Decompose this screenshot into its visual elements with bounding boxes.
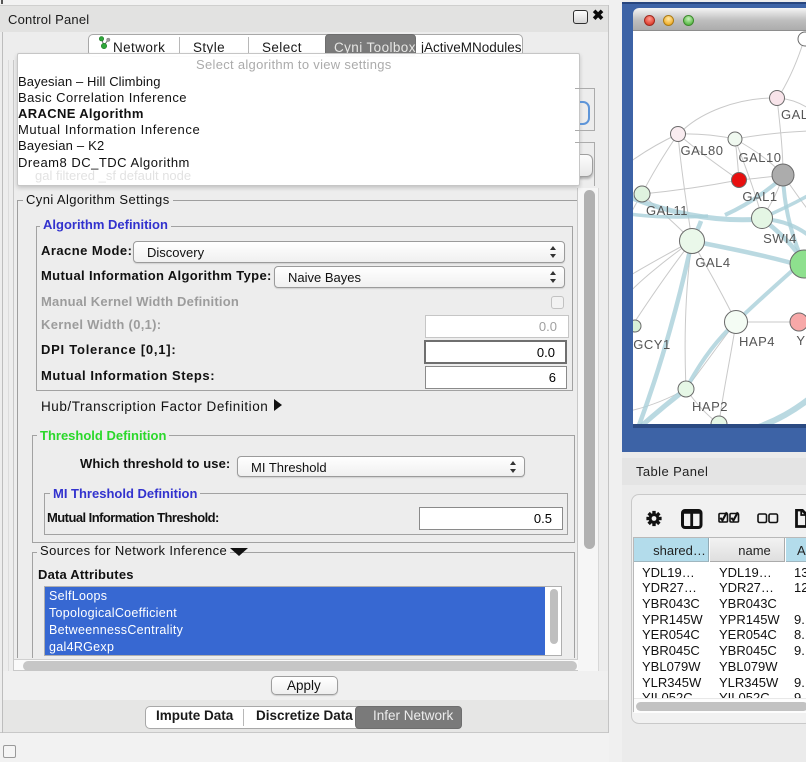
svg-text:GCY1: GCY1 <box>633 337 670 352</box>
svg-text:Y: Y <box>796 333 805 348</box>
svg-text:HAP4: HAP4 <box>739 334 775 349</box>
svg-text:GAL2: GAL2 <box>781 107 806 122</box>
svg-text:GAL11: GAL11 <box>646 203 688 218</box>
svg-text:GAL10: GAL10 <box>739 150 782 165</box>
svg-text:SWI4: SWI4 <box>763 231 797 246</box>
svg-text:GAL1: GAL1 <box>742 189 777 204</box>
svg-text:GAL80: GAL80 <box>681 143 724 158</box>
svg-text:HAP2: HAP2 <box>692 399 728 414</box>
svg-text:GAL4: GAL4 <box>695 255 730 270</box>
